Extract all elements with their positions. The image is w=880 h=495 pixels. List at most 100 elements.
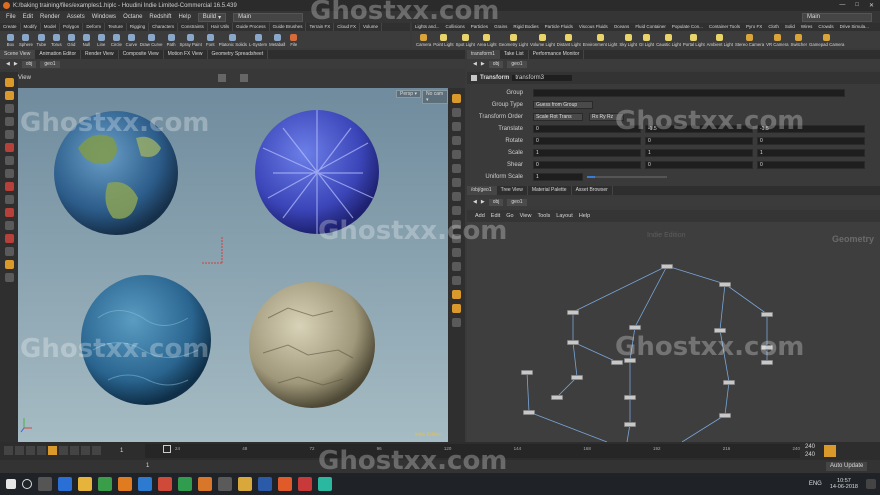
tab-motion-fx-view[interactable]: Motion FX View (164, 50, 208, 59)
sop-node[interactable] (571, 375, 583, 380)
app-icon[interactable] (238, 477, 252, 491)
tab-scene-view[interactable]: Scene View (0, 50, 36, 59)
tool-draw-curve[interactable]: Draw Curve (140, 31, 163, 48)
view-tool-icon[interactable] (218, 74, 226, 82)
back-arrow-icon[interactable]: ◀ (473, 61, 477, 67)
edge-browser-icon[interactable] (58, 477, 72, 491)
tool-point-light[interactable]: Point Light (433, 31, 454, 48)
tool-torus[interactable]: Torus (50, 31, 63, 48)
lock-icon[interactable] (4, 273, 14, 282)
shelf-tab[interactable]: Oceans (611, 23, 633, 31)
display-option-icon[interactable] (452, 290, 461, 299)
menu-edit[interactable]: Edit (23, 14, 33, 20)
scale-x-field[interactable]: 1 (533, 149, 641, 157)
group-field[interactable] (533, 89, 845, 97)
tool-circle[interactable]: Circle (110, 31, 123, 48)
tab-take-list[interactable]: Take List (500, 50, 529, 59)
path-segment-geo1[interactable]: geo1 (507, 198, 527, 206)
forward-arrow-icon[interactable]: ▶ (481, 61, 485, 67)
shelf-tab[interactable]: Modify (21, 23, 41, 31)
menu-assets[interactable]: Assets (67, 14, 85, 20)
key-icon[interactable] (824, 445, 836, 457)
menu-render[interactable]: Render (40, 14, 60, 20)
tool-sphere[interactable]: Sphere (19, 31, 33, 48)
scene-viewport[interactable]: Persp ▾ No cam ▾ Indie Edition (18, 88, 448, 442)
display-option-icon[interactable] (452, 318, 461, 327)
shear-x-field[interactable]: 0 (533, 161, 641, 169)
tool-curve[interactable]: Curve (125, 31, 138, 48)
tool-stereo-camera[interactable]: Stereo Camera (735, 31, 764, 48)
tab-material-palette[interactable]: Material Palette (528, 186, 572, 195)
sop-node[interactable] (719, 282, 731, 287)
display-option-icon[interactable] (452, 192, 461, 201)
tool-font[interactable]: Font (204, 31, 217, 48)
current-frame-field[interactable]: 1 (120, 448, 123, 454)
app-icon[interactable] (258, 477, 272, 491)
path-segment-obj[interactable]: obj (21, 60, 37, 68)
sop-node[interactable] (723, 380, 735, 385)
tool-platonic[interactable]: Platonic Solids (219, 31, 247, 48)
notification-icon[interactable] (866, 479, 876, 489)
path-segment-geo1[interactable]: geo1 (40, 60, 60, 68)
tool-box[interactable]: Box (4, 31, 17, 48)
pose-tool-icon[interactable] (4, 143, 14, 152)
firefox-icon[interactable] (198, 477, 212, 491)
sop-node[interactable] (523, 410, 535, 415)
shear-z-field[interactable]: 0 (757, 161, 865, 169)
clock-date[interactable]: 14-06-2018 (830, 484, 858, 490)
view-tool-icon[interactable] (4, 156, 14, 165)
tool-distant-light[interactable]: Distant Light (557, 31, 581, 48)
scale-y-field[interactable]: 1 (645, 149, 753, 157)
sop-node[interactable] (624, 395, 636, 400)
menu-octane[interactable]: Octane (123, 14, 142, 20)
display-option-icon[interactable] (452, 206, 461, 215)
display-option-icon[interactable] (452, 178, 461, 187)
forward-arrow-icon[interactable]: ▶ (481, 199, 485, 205)
close-button[interactable]: ✕ (869, 2, 874, 9)
back-arrow-icon[interactable]: ◀ (473, 199, 477, 205)
auto-update-dropdown[interactable]: Auto Update (826, 462, 868, 471)
display-option-icon[interactable] (452, 262, 461, 271)
view-tool-icon[interactable] (240, 74, 248, 82)
tool-gi-light[interactable]: GI Light (639, 31, 654, 48)
end-frame-field-2[interactable]: 240 (805, 452, 815, 458)
shelf-tab[interactable]: Rigid Bodies (510, 23, 541, 31)
handle-tool-icon[interactable] (4, 130, 14, 139)
rotate-tool-icon[interactable] (4, 104, 14, 113)
display-option-icon[interactable] (452, 304, 461, 313)
tool-switcher[interactable]: Switcher (791, 31, 807, 48)
menu-redshift[interactable]: Redshift (149, 14, 171, 20)
key-back-icon[interactable] (26, 446, 35, 455)
display-option-icon[interactable] (452, 136, 461, 145)
rotate-x-field[interactable]: 0 (533, 137, 641, 145)
shelf-tab[interactable]: Particle Fluids (542, 23, 576, 31)
forward-arrow-icon[interactable]: ▶ (14, 61, 18, 67)
transform-tool-icon[interactable] (4, 91, 14, 100)
menu-windows[interactable]: Windows (92, 14, 116, 20)
play-icon[interactable] (59, 446, 68, 455)
tool-line[interactable]: Line (95, 31, 108, 48)
shelf-tab[interactable]: Viscous Fluids (576, 23, 611, 31)
path-segment-obj[interactable]: obj (488, 60, 504, 68)
display-option-icon[interactable] (452, 108, 461, 117)
tool-file[interactable]: File (287, 31, 300, 48)
app-icon[interactable] (138, 477, 152, 491)
skip-end-icon[interactable] (92, 446, 101, 455)
shelf-tab[interactable]: Create (0, 23, 21, 31)
skip-start-icon[interactable] (4, 446, 13, 455)
tab-obj-geo1[interactable]: /obj/geo1 (467, 186, 497, 195)
shelf-tab[interactable]: Solid (782, 23, 798, 31)
shelf-tab[interactable]: Fluid Container (632, 23, 669, 31)
app-icon[interactable] (318, 477, 332, 491)
tab-composite-view[interactable]: Composite View (119, 50, 164, 59)
shelf-tab[interactable]: Crowds (815, 23, 836, 31)
tool-camera[interactable]: Camera (416, 31, 431, 48)
tool-metaball[interactable]: Metaball (269, 31, 285, 48)
app-icon[interactable] (298, 477, 312, 491)
desktop-main-dropdown[interactable]: Main (233, 12, 304, 22)
end-frame-field[interactable]: 240 (805, 444, 815, 450)
scale-tool-icon[interactable] (4, 117, 14, 126)
shelf-tab[interactable]: Rigging (127, 23, 150, 31)
step-back-icon[interactable] (15, 446, 24, 455)
sop-node[interactable] (567, 310, 579, 315)
